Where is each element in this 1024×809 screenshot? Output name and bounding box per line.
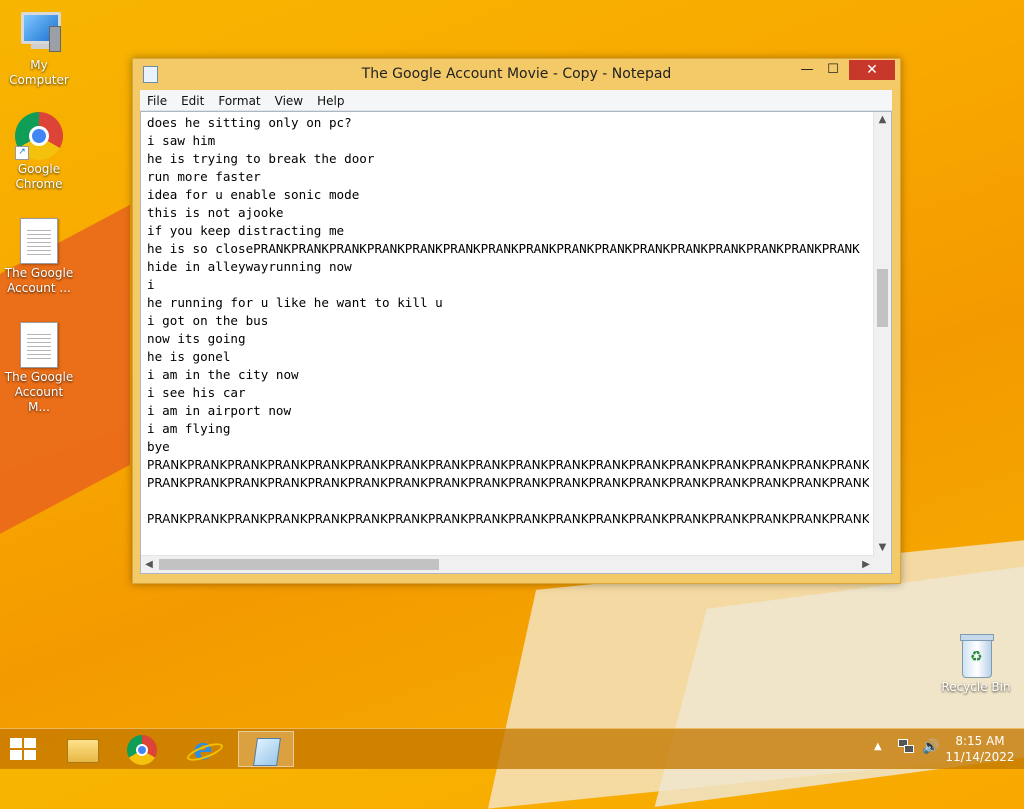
desktop-icon-google-chrome[interactable]: ↗ Google Chrome (0, 112, 79, 192)
vertical-scrollbar[interactable]: ▲ ▼ (873, 112, 891, 556)
text-line: i got on the bus (147, 313, 269, 328)
minimize-button[interactable]: — (794, 60, 820, 80)
window-titlebar[interactable]: The Google Account Movie - Copy - Notepa… (133, 59, 900, 89)
text-line: i see his car (147, 385, 246, 400)
desktop-icon-label: My Computer (9, 58, 69, 87)
notepad-icon (253, 738, 281, 766)
text-document-icon (20, 218, 58, 264)
text-line: PRANKPRANKPRANKPRANKPRANKPRANKPRANKPRANK… (147, 512, 869, 526)
desktop-icon-recycle-bin[interactable]: ♻ Recycle Bin (936, 632, 1016, 695)
text-line: idea for u enable sonic mode (147, 187, 360, 202)
taskbar-google-chrome[interactable] (115, 731, 171, 767)
desktop-icon-label: Recycle Bin (941, 680, 1011, 694)
resize-grip[interactable] (874, 556, 891, 573)
recycle-bin-icon: ♻ (958, 632, 994, 678)
menu-format[interactable]: Format (211, 91, 267, 111)
text-line: hide in alleywayrunning now (147, 259, 352, 274)
desktop-icon-label: The Google Account M... (4, 370, 74, 414)
menu-file[interactable]: File (140, 91, 174, 111)
text-line: i am in the city now (147, 367, 299, 382)
text-line: he is so closePRANKPRANKPRANKPRANKPRANKP… (147, 241, 860, 256)
desktop-icon-label: Google Chrome (15, 162, 63, 191)
text-line: bye (147, 439, 170, 454)
text-line: this is not ajooke (147, 205, 284, 220)
taskbar-notepad[interactable] (238, 731, 294, 767)
desktop-icon-google-account-file-1[interactable]: The Google Account ... (0, 218, 79, 296)
text-line: i am in airport now (147, 403, 292, 418)
maximize-button[interactable]: ☐ (820, 60, 846, 80)
menu-edit[interactable]: Edit (174, 91, 211, 111)
menu-bar: File Edit Format View Help (140, 90, 892, 111)
text-line: PRANKPRANKPRANKPRANKPRANKPRANKPRANKPRANK… (147, 476, 869, 490)
desktop-icon-my-computer[interactable]: My Computer (0, 8, 79, 88)
window-title: The Google Account Movie - Copy - Notepa… (361, 66, 672, 82)
scroll-up-arrow-icon[interactable]: ▲ (874, 112, 891, 128)
notepad-window[interactable]: The Google Account Movie - Copy - Notepa… (132, 58, 901, 584)
taskbar-file-explorer[interactable] (53, 731, 109, 767)
text-line: if you keep distracting me (147, 223, 345, 238)
clock-date: 11/14/2022 (945, 750, 1015, 764)
horizontal-scrollbar[interactable]: ◀ ▶ (141, 555, 874, 573)
chrome-icon: ↗ (15, 112, 63, 160)
text-content[interactable]: does he sitting only on pc? i saw him he… (147, 114, 869, 554)
text-line: he running for u like he want to kill u (147, 295, 443, 310)
taskbar-internet-explorer[interactable]: e (176, 731, 232, 767)
shortcut-arrow-icon: ↗ (15, 146, 29, 160)
text-line: he is trying to break the door (147, 151, 375, 166)
text-line: i (147, 277, 155, 292)
taskbar: e ▲ 🔊 8:15 AM 11/14/2022 (0, 728, 1024, 769)
text-line: i am flying (147, 421, 231, 436)
text-line: does he sitting only on pc? (147, 115, 352, 130)
vertical-scroll-thumb[interactable] (877, 269, 888, 327)
menu-help[interactable]: Help (310, 91, 351, 111)
volume-icon[interactable]: 🔊 (922, 739, 939, 779)
text-line (147, 492, 869, 510)
text-line: he is gonel (147, 349, 231, 364)
text-line: run more faster (147, 169, 261, 184)
chrome-icon (127, 735, 157, 765)
text-document-icon (20, 322, 58, 368)
windows-logo-icon (10, 738, 22, 748)
menu-view[interactable]: View (268, 91, 310, 111)
horizontal-scroll-thumb[interactable] (159, 559, 439, 570)
folder-icon (67, 739, 99, 763)
text-editor[interactable]: does he sitting only on pc? i saw him he… (140, 111, 892, 574)
show-hidden-icons-chevron-icon[interactable]: ▲ (874, 741, 882, 781)
internet-explorer-icon: e (188, 735, 218, 765)
desktop-icon-label: The Google Account ... (4, 266, 74, 295)
desktop-icon-google-account-file-2[interactable]: The Google Account M... (0, 322, 79, 415)
text-line: i saw him (147, 133, 216, 148)
text-line: now its going (147, 331, 246, 346)
network-icon[interactable] (898, 739, 914, 755)
scroll-down-arrow-icon[interactable]: ▼ (874, 540, 891, 556)
scroll-right-arrow-icon[interactable]: ▶ (858, 556, 874, 573)
computer-icon (15, 8, 63, 56)
taskbar-clock[interactable]: 8:15 AM 11/14/2022 (944, 733, 1016, 765)
clock-time: 8:15 AM (955, 734, 1005, 748)
start-button[interactable] (10, 738, 38, 760)
close-button[interactable]: ✕ (849, 60, 895, 80)
text-line: PRANKPRANKPRANKPRANKPRANKPRANKPRANKPRANK… (147, 458, 869, 472)
scroll-left-arrow-icon[interactable]: ◀ (141, 556, 157, 573)
